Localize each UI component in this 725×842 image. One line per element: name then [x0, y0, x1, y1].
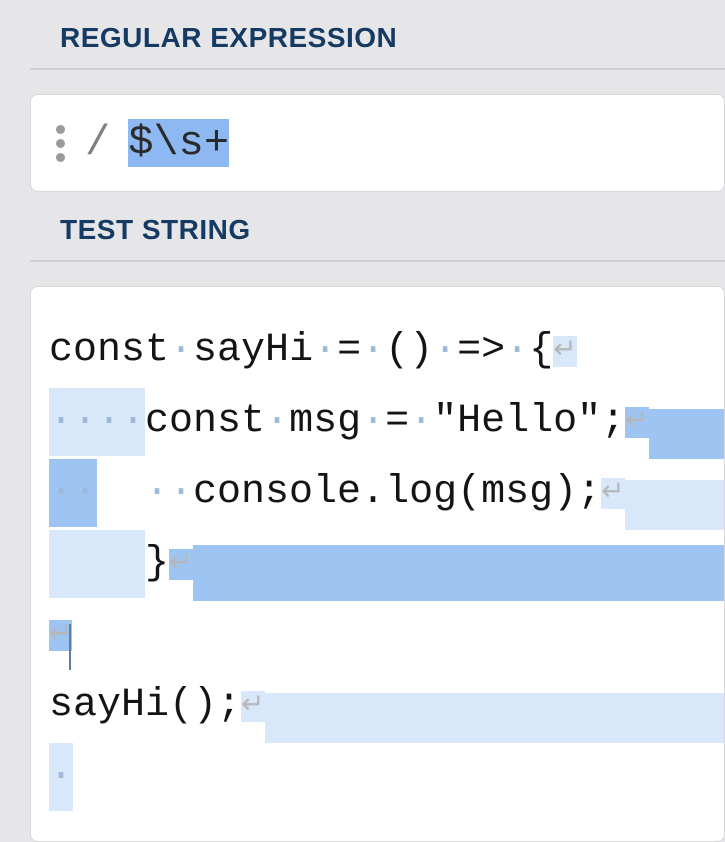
newline-glyph: ↵ — [241, 691, 264, 722]
test-string-line: ·· ··console.log(msg);↵ — [49, 459, 724, 530]
space-glyph: · — [169, 328, 193, 373]
newline-glyph: ↵ — [601, 478, 624, 509]
leading-whitespace: · — [49, 743, 73, 811]
match-highlight-tail — [193, 545, 725, 601]
code-text: { — [529, 328, 553, 373]
test-string-line: ····const·msg·=·"Hello";↵ — [49, 388, 724, 459]
section-title-regex: REGULAR EXPRESSION — [30, 0, 725, 70]
match-highlight-tail — [625, 480, 725, 530]
regex-delimiter: / — [85, 119, 110, 167]
code-text: sayHi(); — [49, 683, 241, 728]
code-text: () — [385, 328, 433, 373]
code-text: console.log(msg); — [193, 470, 601, 515]
code-text: } — [145, 541, 169, 586]
space-glyph: · — [313, 328, 337, 373]
leading-whitespace: ·· — [97, 470, 193, 515]
space-glyph: · — [361, 328, 385, 373]
code-text: msg — [289, 399, 361, 444]
test-string-line: · — [49, 743, 724, 811]
leading-whitespace — [49, 530, 145, 598]
regex-token: $ — [128, 119, 153, 167]
space-glyph: · — [409, 399, 433, 444]
code-text: => — [457, 328, 505, 373]
code-text: const — [145, 399, 265, 444]
text-cursor — [69, 624, 71, 670]
regex-token: + — [204, 119, 229, 167]
code-text: = — [385, 399, 409, 444]
newline-glyph: ↵ — [553, 336, 576, 367]
test-string-line: }↵ — [49, 530, 724, 601]
regex-token: \s — [153, 119, 203, 167]
test-string-line: const·sayHi·=·()·=>·{↵ — [49, 317, 724, 388]
leading-whitespace: ·· — [49, 459, 97, 527]
more-vertical-icon[interactable] — [53, 125, 67, 162]
leading-whitespace: ···· — [49, 388, 145, 456]
space-glyph: · — [505, 328, 529, 373]
match-highlight-tail — [649, 409, 725, 459]
code-text: const — [49, 328, 169, 373]
regex-pattern-input[interactable]: $\s+ — [128, 119, 229, 167]
space-glyph: · — [433, 328, 457, 373]
section-title-teststring: TEST STRING — [30, 192, 725, 262]
regex-input-container: / $\s+ — [30, 94, 725, 192]
test-string-line: ↵ — [49, 601, 724, 672]
code-text: sayHi — [193, 328, 313, 373]
code-text: = — [337, 328, 361, 373]
test-string-input[interactable]: const·sayHi·=·()·=>·{↵····const·msg·=·"H… — [30, 286, 725, 842]
code-text: "Hello"; — [433, 399, 625, 444]
newline-glyph: ↵ — [169, 549, 192, 580]
space-glyph: · — [265, 399, 289, 444]
space-glyph: · — [361, 399, 385, 444]
newline-glyph: ↵ — [625, 407, 648, 438]
match-highlight-tail — [265, 693, 725, 743]
test-string-line: sayHi();↵ — [49, 672, 724, 743]
